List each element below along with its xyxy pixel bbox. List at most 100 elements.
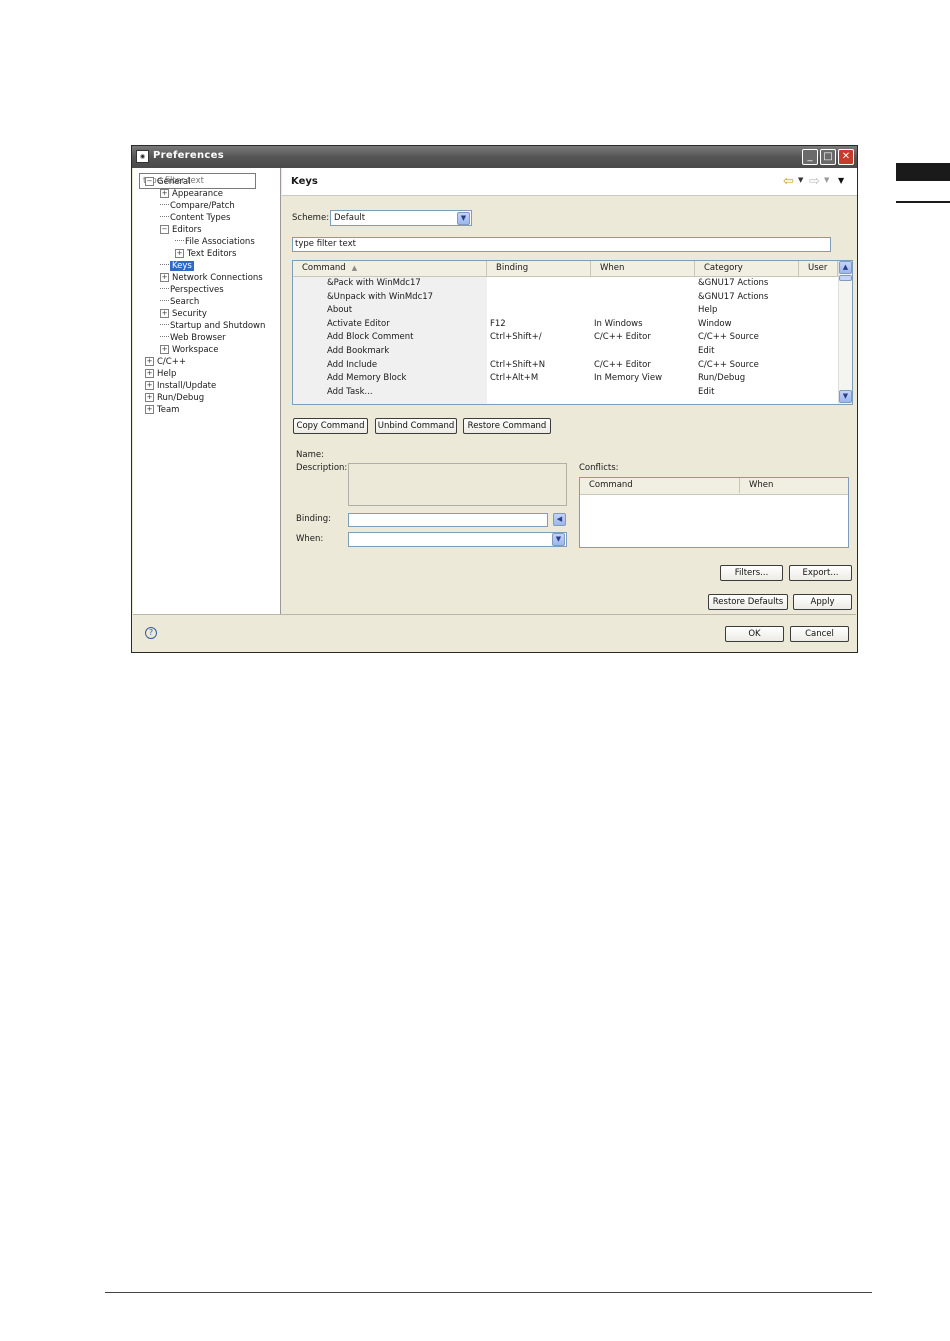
expand-icon[interactable]: +: [145, 405, 154, 414]
column-header-when[interactable]: When: [591, 261, 695, 276]
tree-item-label: Startup and Shutdown: [170, 321, 266, 331]
expand-icon[interactable]: +: [145, 381, 154, 390]
expand-icon[interactable]: +: [145, 393, 154, 402]
close-button[interactable]: ✕: [838, 149, 854, 165]
help-icon[interactable]: ?: [145, 627, 157, 639]
restore-command-button[interactable]: Restore Command: [463, 418, 551, 434]
binding-key-menu-icon[interactable]: ◀: [553, 513, 566, 526]
table-row[interactable]: &Unpack with WinMdc17 &GNU17 Actions: [293, 291, 838, 305]
tree-item-appearance[interactable]: + Appearance: [160, 188, 223, 200]
tree-item-label: Appearance: [172, 189, 224, 199]
tree-item-security[interactable]: + Security: [160, 308, 207, 320]
tree-connector: [160, 336, 169, 337]
page-title: Keys: [291, 176, 318, 187]
tree-item-c-c-[interactable]: + C/C++: [145, 356, 186, 368]
tree-item-team[interactable]: + Team: [145, 404, 179, 416]
binding-input[interactable]: [348, 513, 548, 527]
tree-item-editors[interactable]: − Editors: [160, 224, 202, 236]
description-box: [348, 463, 567, 506]
tree-item-general[interactable]: − General: [145, 176, 191, 188]
tree-connector: [175, 240, 184, 241]
table-row[interactable]: Add Include Ctrl+Shift+N C/C++ Editor C/C++…: [293, 359, 838, 373]
tree-item-workspace[interactable]: + Workspace: [160, 344, 218, 356]
apply-button[interactable]: Apply: [793, 594, 852, 610]
table-row[interactable]: Add Task... Edit: [293, 386, 838, 400]
scroll-down-icon[interactable]: ▼: [839, 390, 852, 403]
tree-item-label: Run/Debug: [157, 393, 205, 403]
conflicts-column-when[interactable]: When: [740, 478, 848, 493]
expand-icon[interactable]: +: [160, 273, 169, 282]
back-history-dropdown-icon[interactable]: ▼: [798, 176, 803, 184]
keys-table[interactable]: Command ▲ Binding When Category User &Pac…: [292, 260, 853, 405]
conflicts-table[interactable]: Command When: [579, 477, 849, 548]
column-header-user[interactable]: User: [799, 261, 838, 276]
scroll-up-icon[interactable]: ▲: [839, 261, 852, 274]
command-filter-input[interactable]: type filter text: [292, 237, 831, 252]
tree-item-label: Keys: [170, 261, 194, 271]
copy-command-button[interactable]: Copy Command: [293, 418, 368, 434]
unbind-command-button[interactable]: Unbind Command: [375, 418, 457, 434]
page-header: Keys ⇦ ▼ ⇨ ▼ ▼: [282, 168, 857, 196]
cell-command: Add Task...: [327, 386, 373, 397]
tree-item-text-editors[interactable]: + Text Editors: [175, 248, 236, 260]
cell-when: In Memory View: [594, 373, 663, 384]
conflicts-column-command[interactable]: Command: [580, 478, 740, 493]
expand-icon[interactable]: +: [175, 249, 184, 258]
back-arrow-icon[interactable]: ⇦: [783, 174, 794, 189]
ok-button[interactable]: OK: [725, 626, 784, 642]
column-header-binding[interactable]: Binding: [487, 261, 591, 276]
view-menu-icon[interactable]: ▼: [838, 176, 844, 185]
export-button[interactable]: Export...: [789, 565, 852, 581]
filters-button[interactable]: Filters...: [720, 565, 783, 581]
table-row[interactable]: Activate Editor F12 In Windows Window: [293, 318, 838, 332]
when-select[interactable]: ▼: [348, 532, 567, 547]
tree-item-help[interactable]: + Help: [145, 368, 176, 380]
cell-command: Add Bookmark: [327, 346, 390, 356]
table-row[interactable]: &Pack with WinMdc17 &GNU17 Actions: [293, 277, 838, 291]
tree-item-file-associations[interactable]: File Associations: [175, 236, 255, 248]
keys-preference-page: Keys ⇦ ▼ ⇨ ▼ ▼ Scheme: Default ▼ type fi…: [282, 168, 857, 614]
restore-defaults-button[interactable]: Restore Defaults: [708, 594, 788, 610]
expand-icon[interactable]: +: [145, 369, 154, 378]
expand-icon[interactable]: +: [160, 345, 169, 354]
scheme-select[interactable]: Default ▼: [330, 210, 472, 226]
tree-item-install-update[interactable]: + Install/Update: [145, 380, 216, 392]
collapse-icon[interactable]: −: [145, 177, 154, 186]
tree-item-search[interactable]: Search: [160, 296, 199, 308]
forward-history-dropdown-icon[interactable]: ▼: [824, 176, 829, 184]
cell-category: C/C++ Source: [698, 359, 759, 370]
tree-item-startup-and-shutdown[interactable]: Startup and Shutdown: [160, 320, 265, 332]
tree-item-run-debug[interactable]: + Run/Debug: [145, 392, 204, 404]
tree-item-content-types[interactable]: Content Types: [160, 212, 230, 224]
forward-arrow-icon[interactable]: ⇨: [809, 174, 820, 189]
chevron-down-icon[interactable]: ▼: [457, 212, 470, 225]
cancel-button[interactable]: Cancel: [790, 626, 849, 642]
table-row[interactable]: Add Bookmark Edit: [293, 345, 838, 359]
minimize-button[interactable]: _: [802, 149, 818, 165]
expand-icon[interactable]: +: [145, 357, 154, 366]
column-header-command[interactable]: Command ▲: [293, 261, 487, 276]
cell-command: Add Memory Block: [327, 373, 407, 384]
column-header-category[interactable]: Category: [695, 261, 799, 276]
table-row[interactable]: Add Block Comment Ctrl+Shift+/ C/C++ Edito…: [293, 331, 838, 345]
cell-when: C/C++ Editor: [594, 359, 651, 370]
tree-item-compare-patch[interactable]: Compare/Patch: [160, 200, 235, 212]
maximize-button[interactable]: □: [820, 149, 836, 165]
binding-label: Binding:: [296, 514, 331, 524]
tree-item-keys[interactable]: Keys: [160, 260, 194, 272]
tree-item-network-connections[interactable]: + Network Connections: [160, 272, 263, 284]
chevron-down-icon[interactable]: ▼: [552, 533, 565, 546]
expand-icon[interactable]: +: [160, 309, 169, 318]
table-vertical-scrollbar[interactable]: ▲ ▼: [838, 261, 852, 404]
table-row[interactable]: About Help: [293, 304, 838, 318]
expand-icon[interactable]: +: [160, 189, 169, 198]
collapse-icon[interactable]: −: [160, 225, 169, 234]
scroll-thumb[interactable]: [839, 275, 852, 281]
title-bar[interactable]: ◉ Preferences _ □ ✕: [132, 146, 857, 168]
tree-item-web-browser[interactable]: Web Browser: [160, 332, 226, 344]
table-row[interactable]: Add Memory Block Ctrl+Alt+M In Memory View…: [293, 372, 838, 386]
tree-item-label: C/C++: [157, 357, 186, 367]
tree-item-perspectives[interactable]: Perspectives: [160, 284, 224, 296]
tree-connector: [160, 264, 169, 265]
cell-category: &GNU17 Actions: [698, 291, 769, 302]
